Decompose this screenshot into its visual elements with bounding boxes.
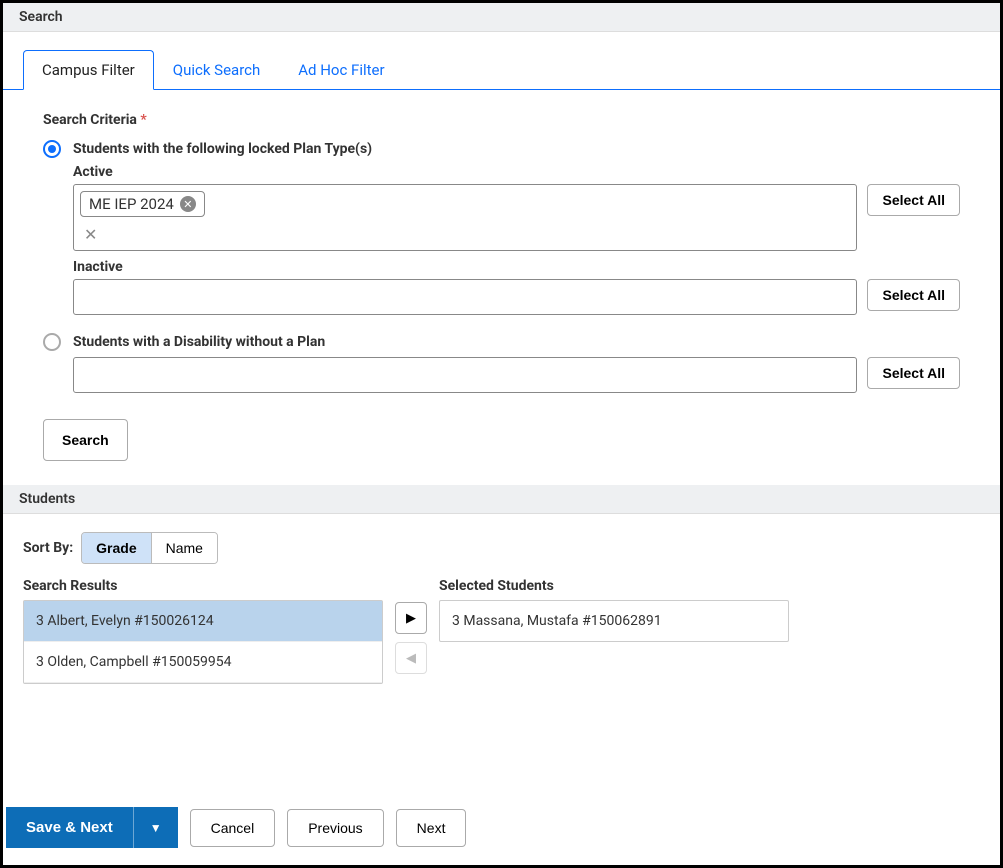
list-item[interactable]: 3 Albert, Evelyn #150026124 — [24, 601, 382, 642]
dual-list: Search Results 3 Albert, Evelyn #1500261… — [3, 578, 1000, 684]
chevron-left-icon: ◀ — [406, 650, 416, 666]
sort-row: Sort By: Grade Name — [3, 514, 1000, 578]
cancel-button[interactable]: Cancel — [190, 809, 276, 847]
list-item[interactable]: 3 Massana, Mustafa #150062891 — [440, 601, 788, 641]
search-criteria-label: Search Criteria * — [43, 112, 960, 128]
radio-locked-plan-type[interactable]: Students with the following locked Plan … — [43, 140, 960, 158]
selected-students-title: Selected Students — [439, 578, 789, 594]
tab-campus-filter[interactable]: Campus Filter — [23, 50, 154, 90]
save-next-dropdown[interactable]: ▼ — [133, 807, 178, 848]
disability-input[interactable] — [73, 357, 857, 393]
clear-all-icon[interactable]: ✕ — [80, 225, 850, 244]
tab-ad-hoc-filter[interactable]: Ad Hoc Filter — [279, 50, 403, 89]
sort-grade-button[interactable]: Grade — [82, 533, 150, 563]
tabs-row: Campus Filter Quick Search Ad Hoc Filter — [3, 32, 1000, 90]
chip-remove-icon[interactable]: ✕ — [180, 196, 196, 212]
required-asterisk: * — [140, 112, 146, 128]
inactive-label: Inactive — [73, 259, 960, 275]
radio-disability-label: Students with a Disability without a Pla… — [73, 334, 325, 350]
selected-students-column: Selected Students 3 Massana, Mustafa #15… — [439, 578, 789, 642]
select-all-inactive-button[interactable]: Select All — [867, 279, 960, 311]
sort-by-label: Sort By: — [23, 540, 73, 556]
move-buttons-column: ▶ ◀ — [395, 578, 427, 674]
save-next-button[interactable]: Save & Next — [6, 807, 133, 848]
students-section: Students Sort By: Grade Name Search Resu… — [3, 485, 1000, 684]
tab-quick-search[interactable]: Quick Search — [154, 50, 280, 89]
search-button[interactable]: Search — [43, 419, 128, 461]
footer-bar: Save & Next ▼ Cancel Previous Next — [6, 797, 997, 862]
select-all-disability-button[interactable]: Select All — [867, 357, 960, 389]
radio-selected-icon — [43, 140, 61, 158]
plan-type-chip[interactable]: ME IEP 2024 ✕ — [80, 191, 205, 217]
search-results-title: Search Results — [23, 578, 383, 594]
search-results-column: Search Results 3 Albert, Evelyn #1500261… — [23, 578, 383, 684]
save-next-group: Save & Next ▼ — [6, 807, 178, 848]
active-field-row: ME IEP 2024 ✕ ✕ Select All — [73, 184, 960, 251]
search-section-header: Search — [3, 3, 1000, 32]
students-section-header: Students — [3, 485, 1000, 514]
chevron-down-icon: ▼ — [150, 821, 162, 835]
previous-button[interactable]: Previous — [287, 809, 383, 847]
search-content: Search Criteria * Students with the foll… — [3, 90, 1000, 481]
inactive-plan-types-input[interactable] — [73, 279, 857, 315]
selected-students-box: 3 Massana, Mustafa #150062891 — [439, 600, 789, 642]
search-results-box: 3 Albert, Evelyn #150026124 3 Olden, Cam… — [23, 600, 383, 684]
move-right-button[interactable]: ▶ — [395, 602, 427, 634]
move-left-button[interactable]: ◀ — [395, 642, 427, 674]
chip-text: ME IEP 2024 — [89, 195, 174, 213]
disability-field-row: Select All — [73, 357, 960, 393]
select-all-active-button[interactable]: Select All — [867, 184, 960, 216]
list-item[interactable]: 3 Olden, Campbell #150059954 — [24, 642, 382, 683]
search-criteria-text: Search Criteria — [43, 112, 137, 128]
chevron-right-icon: ▶ — [406, 610, 416, 626]
next-button[interactable]: Next — [396, 809, 467, 847]
radio-disability-without-plan[interactable]: Students with a Disability without a Pla… — [43, 333, 960, 351]
inactive-field-row: Select All — [73, 279, 960, 315]
active-label: Active — [73, 164, 960, 180]
radio-locked-label: Students with the following locked Plan … — [73, 141, 372, 157]
radio-unselected-icon — [43, 333, 61, 351]
sort-name-button[interactable]: Name — [151, 533, 217, 563]
active-plan-types-input[interactable]: ME IEP 2024 ✕ ✕ — [73, 184, 857, 251]
sort-toggle-group: Grade Name — [81, 532, 218, 564]
